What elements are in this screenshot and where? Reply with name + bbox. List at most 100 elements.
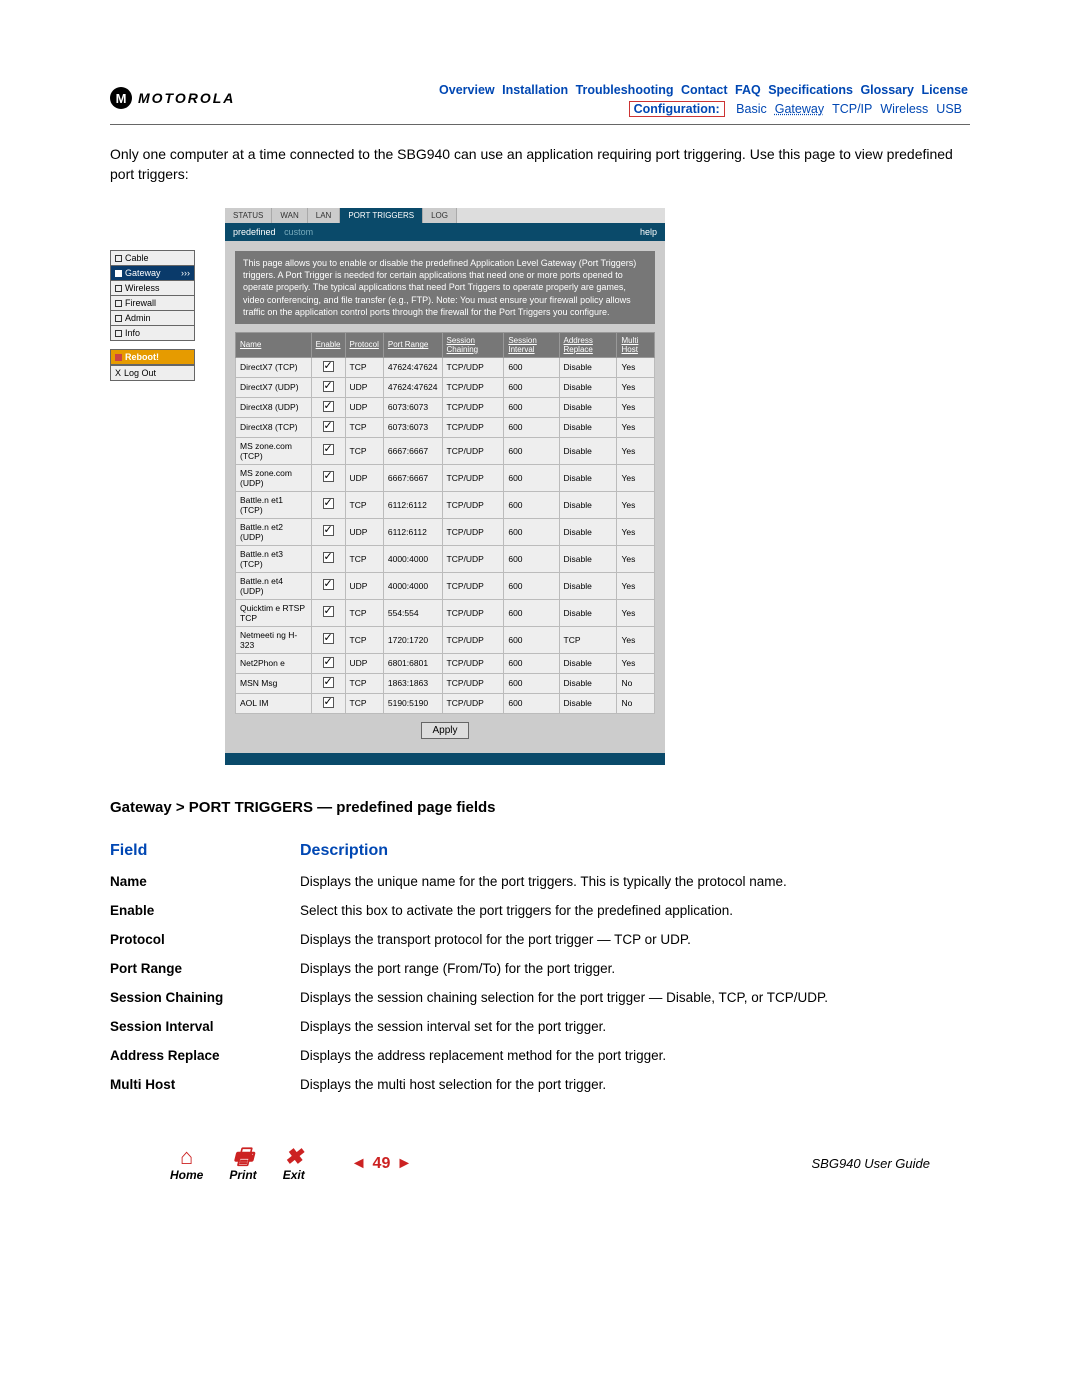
enable-checkbox[interactable]: [323, 444, 334, 455]
top-link[interactable]: Troubleshooting: [574, 83, 676, 97]
field-header-label: Field: [110, 842, 300, 860]
cell: TCP/UDP: [442, 693, 504, 713]
field-row: Session IntervalDisplays the session int…: [110, 1019, 970, 1034]
column-header: Multi Host: [617, 332, 655, 357]
conf-link[interactable]: USB: [932, 102, 966, 116]
panel-tab[interactable]: LOG: [423, 208, 457, 223]
cell: TCP/UDP: [442, 626, 504, 653]
enable-checkbox[interactable]: [323, 381, 334, 392]
cell: Net2Phon e: [236, 653, 312, 673]
top-link[interactable]: Glossary: [858, 83, 916, 97]
enable-checkbox[interactable]: [323, 633, 334, 644]
prev-page-arrow-icon[interactable]: ◄: [351, 1155, 367, 1173]
field-description: Displays the address replacement method …: [300, 1048, 970, 1063]
field-description: Displays the unique name for the port tr…: [300, 874, 970, 889]
cell: DirectX8 (TCP): [236, 417, 312, 437]
conf-link[interactable]: Wireless: [876, 102, 932, 116]
enable-checkbox[interactable]: [323, 697, 334, 708]
enable-checkbox[interactable]: [323, 552, 334, 563]
top-link[interactable]: License: [919, 83, 970, 97]
cell: TCP: [345, 437, 383, 464]
cell: Yes: [617, 545, 655, 572]
field-description: Displays the session interval set for th…: [300, 1019, 970, 1034]
sidebar-item[interactable]: Firewall: [110, 296, 195, 311]
sidebar-item[interactable]: Cable: [110, 250, 195, 266]
subtab-custom[interactable]: custom: [284, 227, 313, 237]
cell: TCP: [345, 693, 383, 713]
conf-link[interactable]: TCP/IP: [828, 102, 876, 116]
cell: Disable: [559, 397, 617, 417]
sidebar-item-label: Cable: [125, 253, 149, 263]
top-link[interactable]: Installation: [500, 83, 570, 97]
cell: Yes: [617, 599, 655, 626]
side-navigation: Cable Gateway›››WirelessFirewallAdminInfo…: [110, 250, 195, 381]
cell: 600: [504, 491, 559, 518]
cell: Battle.n et2 (UDP): [236, 518, 312, 545]
cell: Disable: [559, 417, 617, 437]
help-link[interactable]: help: [640, 227, 657, 237]
reboot-button[interactable]: Reboot!: [110, 349, 195, 365]
enable-checkbox[interactable]: [323, 498, 334, 509]
exit-button[interactable]: ✖ Exit: [283, 1146, 305, 1182]
cell: UDP: [345, 377, 383, 397]
enable-checkbox[interactable]: [323, 525, 334, 536]
print-button[interactable]: 🖶 Print: [229, 1146, 256, 1182]
panel-tab[interactable]: WAN: [272, 208, 307, 223]
next-page-arrow-icon[interactable]: ►: [396, 1155, 412, 1173]
column-header: Session Interval: [504, 332, 559, 357]
enable-checkbox[interactable]: [323, 361, 334, 372]
field-name: Session Chaining: [110, 990, 300, 1005]
square-icon: [115, 285, 122, 292]
cell: 600: [504, 572, 559, 599]
configuration-row: Configuration: BasicGatewayTCP/IPWireles…: [245, 102, 970, 116]
cell: Disable: [559, 377, 617, 397]
conf-link[interactable]: Basic: [732, 102, 771, 116]
cell: 4000:4000: [383, 545, 442, 572]
sidebar-item[interactable]: Wireless: [110, 281, 195, 296]
cell: Disable: [559, 599, 617, 626]
field-name: Protocol: [110, 932, 300, 947]
cell: Yes: [617, 572, 655, 599]
enable-checkbox[interactable]: [323, 677, 334, 688]
enable-checkbox[interactable]: [323, 421, 334, 432]
cell: Yes: [617, 518, 655, 545]
cell: TCP/UDP: [442, 397, 504, 417]
enable-checkbox[interactable]: [323, 579, 334, 590]
subtab-predefined[interactable]: predefined: [233, 227, 276, 237]
cell: TCP/UDP: [442, 491, 504, 518]
top-link[interactable]: FAQ: [733, 83, 763, 97]
field-description: Displays the port range (From/To) for th…: [300, 961, 970, 976]
cell: MSN Msg: [236, 673, 312, 693]
conf-link[interactable]: Gateway: [771, 102, 828, 116]
top-link[interactable]: Overview: [437, 83, 497, 97]
square-icon: [115, 300, 122, 307]
cell: Battle.n et4 (UDP): [236, 572, 312, 599]
panel-tab[interactable]: STATUS: [225, 208, 272, 223]
cell: 47624:47624: [383, 377, 442, 397]
cell: 5190:5190: [383, 693, 442, 713]
reboot-icon: [115, 354, 122, 361]
page-footer: ⌂ Home 🖶 Print ✖ Exit ◄ 49 ► SBG940 User…: [110, 1146, 970, 1182]
logout-button[interactable]: X Log Out: [110, 365, 195, 381]
panel-tab[interactable]: PORT TRIGGERS: [340, 208, 423, 223]
sidebar-item[interactable]: Admin: [110, 311, 195, 326]
top-link[interactable]: Specifications: [766, 83, 855, 97]
cell: Yes: [617, 464, 655, 491]
sidebar-item[interactable]: Gateway›››: [110, 266, 195, 281]
apply-button[interactable]: Apply: [421, 722, 468, 739]
enable-checkbox[interactable]: [323, 657, 334, 668]
cell: 600: [504, 626, 559, 653]
enable-checkbox[interactable]: [323, 471, 334, 482]
enable-checkbox[interactable]: [323, 606, 334, 617]
x-icon: X: [115, 368, 121, 378]
sidebar-item[interactable]: Info: [110, 326, 195, 341]
field-row: ProtocolDisplays the transport protocol …: [110, 932, 970, 947]
top-link[interactable]: Contact: [679, 83, 730, 97]
table-row: Battle.n et3 (TCP)TCP4000:4000TCP/UDP600…: [236, 545, 655, 572]
chevron-right-icon: ›››: [181, 268, 190, 278]
table-row: DirectX7 (UDP)UDP47624:47624TCP/UDP600Di…: [236, 377, 655, 397]
panel-tab[interactable]: LAN: [308, 208, 341, 223]
home-button[interactable]: ⌂ Home: [170, 1146, 203, 1182]
table-row: Battle.n et2 (UDP)UDP6112:6112TCP/UDP600…: [236, 518, 655, 545]
enable-checkbox[interactable]: [323, 401, 334, 412]
